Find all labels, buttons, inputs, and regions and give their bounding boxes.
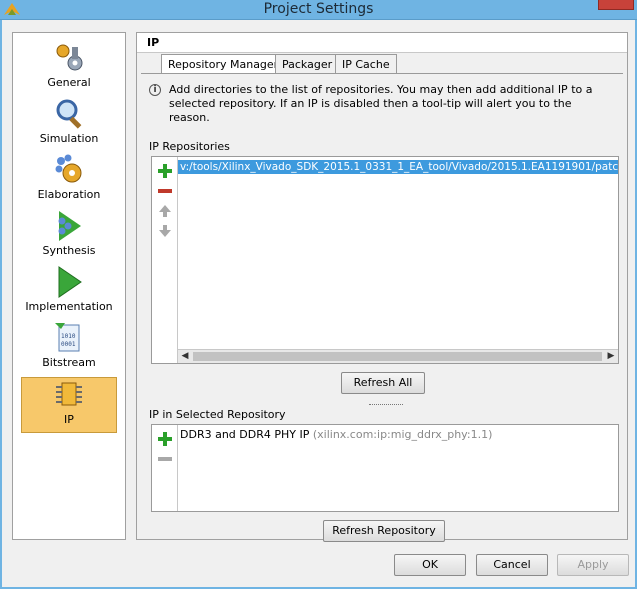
apply-button[interactable]: Apply: [557, 554, 629, 576]
ip-list-toolbar: [152, 425, 178, 511]
move-up-icon[interactable]: [157, 203, 173, 219]
nav-item-synthesis[interactable]: Synthesis: [21, 209, 117, 265]
ip-list-item[interactable]: DDR3 and DDR4 PHY IP (xilinx.com:ip:mig_…: [180, 428, 492, 441]
nav-item-general[interactable]: General: [21, 41, 117, 97]
svg-text:0001: 0001: [61, 341, 76, 348]
ok-button[interactable]: OK: [394, 554, 466, 576]
info-text: Add directories to the list of repositor…: [169, 83, 593, 124]
nav-item-bitstream[interactable]: 1010 0001 Bitstream: [21, 321, 117, 377]
info-icon: i: [149, 84, 161, 96]
window-title: Project Settings: [263, 1, 374, 17]
nav-label-implementation: Implementation: [25, 300, 113, 313]
nav-item-simulation[interactable]: Simulation: [21, 97, 117, 153]
nav-label-simulation: Simulation: [39, 132, 99, 145]
move-down-icon[interactable]: [157, 223, 173, 239]
dialog-body: General Simulation Elaboration Synthesis…: [0, 20, 637, 589]
close-button[interactable]: [598, 0, 634, 10]
gears-icon: [56, 44, 83, 71]
horizontal-scrollbar[interactable]: ◀ ▶: [178, 349, 618, 363]
repositories-label: IP Repositories: [149, 140, 230, 153]
scroll-left-icon[interactable]: ◀: [178, 350, 192, 363]
repositories-toolbar: [152, 157, 178, 363]
repository-manager-body: i Add directories to the list of reposit…: [141, 73, 623, 542]
info-message: i Add directories to the list of reposit…: [149, 83, 609, 125]
tab-ip-cache[interactable]: IP Cache: [335, 54, 397, 74]
section-title: IP: [137, 33, 627, 53]
remove-repository-icon[interactable]: [157, 183, 173, 199]
scrollbar-thumb[interactable]: [193, 352, 602, 361]
nav-label-elaboration: Elaboration: [37, 188, 101, 201]
remove-ip-icon[interactable]: [157, 451, 173, 467]
refresh-repository-button[interactable]: Refresh Repository: [323, 520, 445, 542]
add-repository-icon[interactable]: [157, 163, 173, 179]
ip-vlnv: (xilinx.com:ip:mig_ddrx_phy:1.1): [312, 428, 493, 441]
nav-label-general: General: [47, 76, 91, 89]
nav-label-synthesis: Synthesis: [42, 244, 96, 257]
scroll-right-icon[interactable]: ▶: [604, 350, 618, 363]
panel-splitter[interactable]: [369, 404, 403, 408]
ip-name: DDR3 and DDR4 PHY IP: [180, 428, 310, 441]
refresh-all-button[interactable]: Refresh All: [341, 372, 425, 394]
tab-repository-manager[interactable]: Repository Manager: [161, 54, 286, 75]
selected-repository-ip-list[interactable]: DDR3 and DDR4 PHY IP (xilinx.com:ip:mig_…: [151, 424, 619, 512]
settings-nav: General Simulation Elaboration Synthesis…: [12, 32, 126, 540]
chip-icon: [56, 382, 82, 406]
nav-label-ip: IP: [64, 413, 74, 426]
repositories-list-area: v:/tools/Xilinx_Vivado_SDK_2015.1_0331_1…: [178, 157, 618, 363]
play-arrow-icon: [58, 266, 82, 298]
ip-settings-panel: IP Repository Manager Packager IP Cache …: [136, 32, 628, 542]
nav-item-ip[interactable]: IP: [21, 377, 117, 433]
binary-file-icon: 1010 0001: [55, 323, 80, 352]
selected-repository-label: IP in Selected Repository: [149, 408, 286, 421]
synthesis-arrow-icon: [58, 211, 81, 241]
ip-list-area: DDR3 and DDR4 PHY IP (xilinx.com:ip:mig_…: [178, 425, 618, 511]
add-ip-icon[interactable]: [157, 431, 173, 447]
nav-label-bitstream: Bitstream: [42, 356, 96, 369]
repositories-list[interactable]: v:/tools/Xilinx_Vivado_SDK_2015.1_0331_1…: [151, 156, 619, 364]
repository-row-selected[interactable]: v:/tools/Xilinx_Vivado_SDK_2015.1_0331_1…: [178, 160, 618, 174]
nav-item-implementation[interactable]: Implementation: [21, 265, 117, 321]
window-titlebar: Project Settings: [0, 0, 637, 20]
nav-item-elaboration[interactable]: Elaboration: [21, 153, 117, 209]
tab-packager[interactable]: Packager: [275, 54, 340, 74]
magnifier-icon: [56, 99, 82, 129]
svg-text:1010: 1010: [61, 333, 76, 340]
elaboration-gear-icon: [55, 154, 82, 183]
cancel-button[interactable]: Cancel: [476, 554, 548, 576]
